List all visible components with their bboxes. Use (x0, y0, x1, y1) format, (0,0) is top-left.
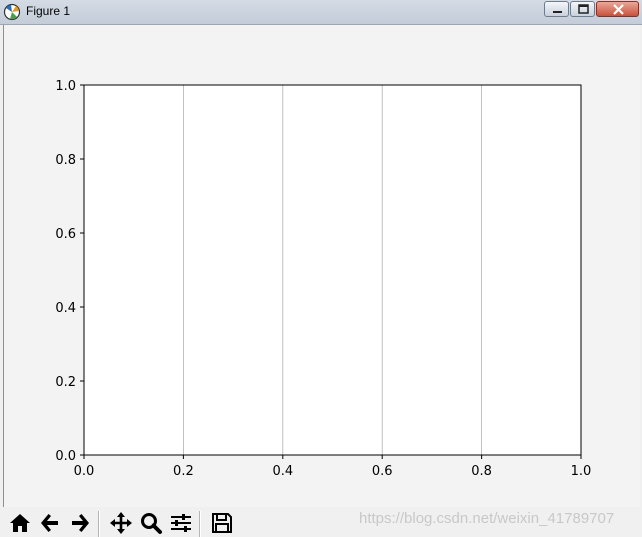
window-title: Figure 1 (26, 4, 71, 18)
save-button[interactable] (208, 509, 236, 537)
y-tick-label: 0.2 (55, 375, 76, 390)
matplotlib-logo-icon (3, 3, 21, 21)
x-tick-label: 0.6 (372, 464, 393, 479)
y-tick-label: 0.8 (55, 153, 76, 168)
axes-background (84, 85, 581, 455)
maximize-icon (578, 4, 589, 14)
plot-area: 0.0 0.2 0.4 0.6 0.8 1.0 0.0 0.2 0.4 0.6 0.8 1.0 (55, 79, 592, 479)
configure-subplots-button[interactable] (167, 509, 195, 537)
toolbar-separator (98, 511, 100, 537)
title-bar[interactable]: Figure 1 (0, 0, 642, 25)
configure-subplots-icon (171, 514, 191, 532)
x-tick-label: 0.4 (272, 464, 293, 479)
forward-icon (72, 514, 89, 532)
x-tick-label: 0.2 (173, 464, 194, 479)
close-button[interactable] (596, 1, 639, 17)
toolbar-separator (199, 511, 201, 537)
pan-icon (110, 512, 132, 534)
zoom-button[interactable] (137, 509, 165, 537)
y-tick-label: 0.6 (55, 227, 76, 242)
maximize-button[interactable] (570, 1, 595, 17)
watermark-text: https://blog.csdn.net/weixin_41789707 (359, 510, 615, 527)
back-icon (41, 514, 58, 532)
minimize-button[interactable] (544, 1, 569, 17)
pan-button[interactable] (107, 509, 135, 537)
x-tick-label: 1.0 (571, 464, 592, 479)
y-tick-label: 0.4 (55, 301, 76, 316)
y-tick-label: 1.0 (55, 79, 76, 94)
minimize-icon (553, 11, 562, 13)
forward-button[interactable] (66, 509, 94, 537)
zoom-icon (141, 513, 162, 534)
save-icon (212, 513, 232, 533)
x-tick-label: 0.8 (471, 464, 492, 479)
x-tick-label: 0.0 (74, 464, 95, 479)
figure-canvas: 0.0 0.2 0.4 0.6 0.8 1.0 0.0 0.2 0.4 0.6 0.8 1.0 (3, 25, 640, 537)
home-icon (10, 514, 30, 532)
y-tick-label: 0.0 (55, 449, 76, 464)
home-button[interactable] (6, 509, 34, 537)
close-icon (613, 4, 624, 15)
back-button[interactable] (36, 509, 64, 537)
